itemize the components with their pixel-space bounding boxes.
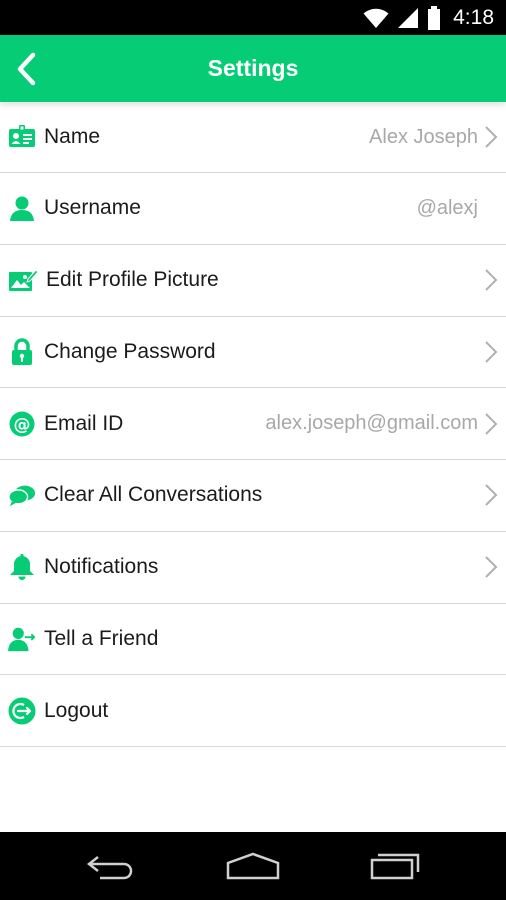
- at-icon: @: [8, 410, 36, 438]
- setting-username[interactable]: Username @alexj: [0, 173, 506, 245]
- navigation-bar: [0, 832, 506, 900]
- setting-label: Name: [44, 125, 101, 148]
- battery-icon: [428, 5, 441, 30]
- status-time: 4:18: [453, 5, 494, 29]
- back-button[interactable]: [8, 49, 44, 89]
- setting-change-password[interactable]: Change Password: [0, 317, 506, 389]
- setting-notifications[interactable]: Notifications: [0, 532, 506, 604]
- back-arrow-icon: [86, 856, 133, 880]
- chevron-right-icon: [485, 126, 498, 148]
- signal-icon: [398, 7, 419, 28]
- home-icon: [226, 852, 280, 880]
- setting-clear-all-conversations[interactable]: Clear All Conversations: [0, 460, 506, 532]
- status-bar: 4:18: [0, 0, 506, 35]
- logout-icon: [8, 697, 36, 725]
- bell-icon: [8, 553, 36, 581]
- setting-label: Username: [44, 196, 141, 220]
- nav-recents-button[interactable]: [355, 846, 435, 886]
- recent-apps-icon: [370, 853, 420, 880]
- edit-picture-icon: [8, 266, 38, 294]
- setting-value: @alexj: [416, 196, 478, 219]
- setting-logout[interactable]: Logout: [0, 675, 506, 747]
- chevron-left-icon: [17, 52, 36, 86]
- setting-name[interactable]: Name Alex Joseph: [0, 102, 506, 173]
- chevron-right-icon: [485, 484, 498, 507]
- id-card-icon: [8, 123, 36, 151]
- setting-label: Tell a Friend: [44, 626, 159, 650]
- setting-email-id[interactable]: @ Email ID alex.joseph@gmail.com: [0, 388, 506, 460]
- setting-label: Email ID: [44, 411, 124, 435]
- setting-label: Logout: [44, 698, 109, 722]
- setting-label: Notifications: [44, 555, 159, 579]
- svg-text:@: @: [14, 415, 31, 435]
- chevron-right-icon: [485, 412, 498, 435]
- setting-label: Clear All Conversations: [44, 483, 263, 507]
- user-icon: [8, 194, 36, 222]
- chevron-right-icon: [485, 556, 498, 578]
- chevron-right-icon: [485, 341, 498, 363]
- setting-label: Edit Profile Picture: [46, 268, 219, 292]
- setting-edit-profile-picture[interactable]: Edit Profile Picture: [0, 245, 506, 317]
- wifi-icon: [363, 8, 389, 28]
- user-share-icon: [8, 625, 36, 653]
- app-bar: Settings: [0, 35, 506, 102]
- chat-bubbles-icon: [8, 481, 36, 509]
- setting-value: alex.joseph@gmail.com: [265, 412, 478, 435]
- setting-tell-a-friend[interactable]: Tell a Friend: [0, 604, 506, 676]
- lock-icon: [8, 338, 36, 366]
- settings-list: Name Alex Joseph Username @alexj Edit Pr…: [0, 102, 506, 747]
- chevron-right-icon: [485, 269, 498, 291]
- nav-back-button[interactable]: [71, 846, 151, 886]
- page-title: Settings: [207, 55, 299, 81]
- nav-home-button[interactable]: [213, 846, 293, 886]
- setting-label: Change Password: [44, 339, 216, 363]
- setting-value: Alex Joseph: [369, 125, 478, 148]
